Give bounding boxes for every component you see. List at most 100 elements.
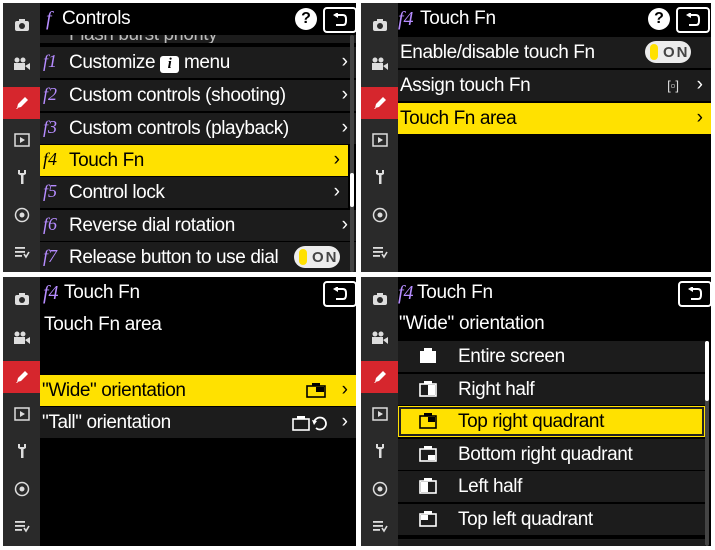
my-menu-icon[interactable] (361, 236, 398, 268)
chevron-right-icon: › (333, 181, 340, 202)
on-off-toggle[interactable]: ON (645, 41, 691, 63)
area-right-half-icon (419, 381, 437, 397)
page-title: Touch Fn (420, 8, 496, 29)
wrench-icon[interactable] (3, 435, 40, 467)
wide-orientation-panel: f4 Touch Fn "Wide" orientation Entire sc… (361, 277, 711, 546)
back-arrow-icon (688, 287, 702, 300)
list-item-partial: Flash burst priority (40, 35, 356, 43)
scrollbar-thumb[interactable] (350, 173, 354, 207)
area-top-right-quadrant-icon (419, 413, 437, 429)
wrench-icon[interactable] (361, 161, 398, 193)
option-wide-orientation[interactable]: "Wide" orientation › (40, 375, 356, 406)
menu-item-custom-controls-playback[interactable]: f3 Custom controls (playback) › (40, 113, 356, 144)
pencil-icon[interactable] (3, 361, 40, 393)
pencil-icon[interactable] (3, 87, 40, 119)
panel-header: f4 Touch Fn ? (398, 3, 711, 35)
pencil-icon[interactable] (361, 361, 398, 393)
sidebar (3, 3, 40, 272)
area-bottom-right-quadrant-icon (419, 446, 437, 462)
touch-fn-area-panel: f4 Touch Fn Touch Fn area "Wide" orienta… (3, 277, 356, 546)
chevron-right-icon: › (696, 107, 703, 128)
movie-icon[interactable] (361, 322, 398, 354)
back-arrow-icon (686, 13, 700, 26)
area-left-half-icon (419, 478, 437, 494)
network-icon[interactable] (361, 199, 398, 231)
help-button[interactable]: ? (295, 8, 317, 30)
playback-icon[interactable] (3, 124, 40, 156)
chevron-right-icon: › (333, 149, 340, 170)
assigned-value: [▫] (667, 78, 679, 93)
my-menu-icon[interactable] (3, 236, 40, 268)
option-tall-orientation[interactable]: "Tall" orientation › (40, 407, 356, 438)
back-arrow-icon (333, 13, 347, 26)
pencil-icon[interactable] (361, 87, 398, 119)
camera-icon[interactable] (3, 283, 40, 315)
touch-fn-menu-panel: f4 Touch Fn ? Enable/disable touch Fn ON… (361, 3, 711, 272)
camera-tall-rotate-icon (292, 416, 327, 431)
menu-item-control-lock[interactable]: f5 Control lock › (40, 177, 348, 208)
playback-icon[interactable] (361, 124, 398, 156)
back-arrow-icon (333, 287, 347, 300)
panel-header: f4 Touch Fn (398, 277, 711, 309)
back-button[interactable] (678, 281, 711, 307)
camera-wide-icon (306, 383, 326, 398)
back-button[interactable] (323, 281, 356, 307)
my-menu-icon[interactable] (3, 510, 40, 542)
info-icon: i (160, 56, 180, 73)
option-top-left-quadrant[interactable]: Top left quadrant (398, 504, 705, 535)
option-entire-screen[interactable]: Entire screen (398, 341, 705, 372)
menu-code-icon: f4 (398, 8, 414, 30)
option-bottom-right-quadrant[interactable]: Bottom right quadrant (398, 439, 705, 470)
help-button[interactable]: ? (648, 8, 670, 30)
movie-icon[interactable] (3, 48, 40, 80)
section-subtitle: Touch Fn area (44, 314, 162, 335)
on-off-toggle[interactable]: ON (294, 246, 340, 268)
menu-item-reverse-dial-rotation[interactable]: f6 Reverse dial rotation › (40, 210, 356, 241)
camera-icon[interactable] (361, 9, 398, 41)
sidebar (3, 277, 40, 546)
menu-item-touch-fn-area[interactable]: Touch Fn area › (398, 103, 711, 134)
scrollbar-thumb[interactable] (705, 341, 709, 401)
area-entire-screen-icon (420, 348, 436, 363)
option-right-half[interactable]: Right half (398, 374, 705, 405)
page-title: Touch Fn (417, 282, 493, 303)
option-top-right-quadrant[interactable]: Top right quadrant (398, 406, 705, 437)
chevron-right-icon: › (341, 51, 348, 72)
chevron-right-icon: › (341, 411, 348, 432)
page-title: Touch Fn (64, 282, 140, 303)
section-subtitle: "Wide" orientation (399, 313, 545, 334)
menu-item-release-button-to-use-dial[interactable]: f7 Release button to use dial ON (40, 242, 356, 272)
back-button[interactable] (323, 7, 356, 33)
back-button[interactable] (676, 7, 710, 33)
menu-item-assign-touch-fn[interactable]: Assign touch Fn [▫] › (398, 70, 711, 101)
menu-item-custom-controls-shooting[interactable]: f2 Custom controls (shooting) › (40, 80, 356, 111)
movie-icon[interactable] (361, 48, 398, 80)
chevron-right-icon: › (341, 214, 348, 235)
menu-item-enable-disable-touch-fn[interactable]: Enable/disable touch Fn ON (398, 37, 711, 68)
chevron-right-icon: › (341, 379, 348, 400)
movie-icon[interactable] (3, 322, 40, 354)
my-menu-icon[interactable] (361, 510, 398, 542)
network-icon[interactable] (3, 199, 40, 231)
chevron-right-icon: › (341, 84, 348, 105)
network-icon[interactable] (361, 473, 398, 505)
sidebar (361, 277, 398, 546)
camera-icon[interactable] (3, 9, 40, 41)
panel-header: f Controls ? (40, 3, 356, 35)
menu-item-label: Customize i menu (69, 52, 230, 73)
wrench-icon[interactable] (3, 161, 40, 193)
network-icon[interactable] (3, 473, 40, 505)
menu-item-customize-menu[interactable]: f1 Customize i menu › (40, 47, 356, 78)
playback-icon[interactable] (361, 398, 398, 430)
area-top-left-quadrant-icon (419, 511, 437, 527)
wrench-icon[interactable] (361, 435, 398, 467)
menu-code-icon: f4 (43, 282, 59, 304)
option-left-half[interactable]: Left half (398, 471, 705, 502)
page-title: Controls (62, 8, 131, 29)
menu-item-touch-fn[interactable]: f4 Touch Fn › (40, 145, 348, 176)
camera-icon[interactable] (361, 283, 398, 315)
menu-code-icon: f4 (398, 282, 414, 304)
scrollbar-track[interactable] (350, 35, 354, 272)
sidebar (361, 3, 398, 272)
playback-icon[interactable] (3, 398, 40, 430)
